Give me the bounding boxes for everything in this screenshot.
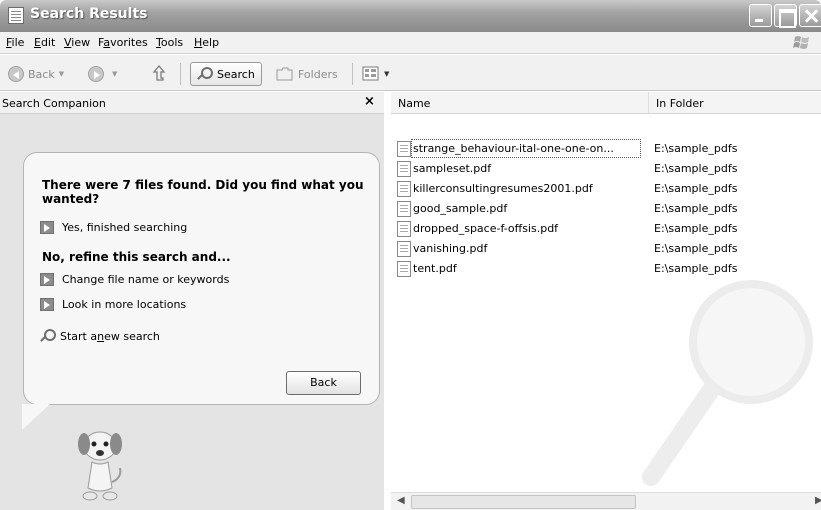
file-name: killerconsultingresumes2001.pdf (413, 182, 593, 195)
start-new-search-link[interactable]: Start a n ew search (40, 329, 160, 343)
windows-logo-icon (793, 36, 809, 49)
menu-file[interactable]: File (6, 36, 24, 49)
menu-tools[interactable]: Tools (156, 36, 183, 49)
minimize-button[interactable] (749, 4, 772, 27)
scroll-left-icon[interactable]: ◀ (397, 495, 405, 506)
toolbar-separator (352, 63, 353, 85)
table-row[interactable]: good_sample.pdf E:\sample_pdfs (391, 199, 821, 219)
up-folder-icon (152, 64, 166, 81)
companion-speech-bubble: There were 7 files found. Did you find w… (23, 152, 380, 405)
menu-edit[interactable]: Edit (34, 36, 55, 49)
file-name: sampleset.pdf (413, 162, 492, 175)
folder-icon (276, 67, 293, 81)
speech-bubble-tail (22, 404, 50, 430)
chevron-down-icon: ▼ (58, 70, 65, 78)
menu-favorites[interactable]: Favorites (98, 36, 148, 49)
back-arrow-icon (8, 66, 24, 82)
table-row[interactable]: vanishing.pdf E:\sample_pdfs (391, 239, 821, 259)
chevron-down-icon: ▼ (384, 70, 390, 78)
file-folder: E:\sample_pdfs (654, 182, 738, 195)
search-companion-title: Search Companion (2, 97, 106, 110)
search-companion-pane: Search Companion × There were 7 files fo… (0, 92, 384, 510)
change-file-name-link[interactable]: Change file name or keywords (40, 273, 229, 286)
back-nav-button[interactable]: Back ▼ (8, 62, 64, 86)
table-row[interactable]: sampleset.pdf E:\sample_pdfs (391, 159, 821, 179)
scrollbar-thumb[interactable] (411, 495, 636, 509)
folders-button[interactable]: Folders (276, 62, 338, 86)
chevron-down-icon: ▼ (112, 70, 118, 78)
views-button[interactable]: ▼ (362, 62, 389, 86)
pdf-file-icon (397, 221, 411, 237)
results-question: There were 7 files found. Did you find w… (42, 178, 364, 206)
pdf-file-icon (397, 161, 411, 177)
look-more-locations-link[interactable]: Look in more locations (40, 298, 186, 311)
menu-help[interactable]: Help (194, 36, 219, 49)
file-folder: E:\sample_pdfs (654, 162, 738, 175)
search-dog-icon (78, 431, 122, 501)
pdf-file-icon (397, 261, 411, 277)
arrow-right-icon (40, 221, 54, 234)
forward-nav-button[interactable]: ▼ (88, 62, 117, 86)
maximize-button[interactable] (774, 4, 797, 28)
search-results-pane: Name In Folder strange_behaviour-ital-on… (391, 92, 821, 510)
window-title: Search Results (30, 6, 148, 22)
yes-finished-link[interactable]: Yes, finished searching (40, 221, 187, 234)
close-button[interactable] (799, 4, 821, 27)
search-icon (40, 329, 56, 343)
file-folder: E:\sample_pdfs (654, 142, 738, 155)
toolbar: Back ▼ ▼ Search Folders ▼ (0, 55, 821, 91)
file-name: strange_behaviour-ital-one-one-on... (413, 142, 614, 155)
menu-bar: File Edit View Favorites Tools Help (0, 32, 821, 54)
arrow-right-icon (40, 273, 54, 286)
search-companion-header: Search Companion × (0, 92, 384, 114)
scroll-right-icon[interactable]: ▶ (815, 495, 821, 506)
column-header-name[interactable]: Name (391, 92, 649, 114)
file-name: good_sample.pdf (413, 202, 508, 215)
forward-arrow-icon (88, 66, 104, 82)
title-bar[interactable]: Search Results (0, 0, 821, 32)
search-results-window-icon (8, 7, 24, 24)
pdf-file-icon (397, 141, 411, 157)
file-folder: E:\sample_pdfs (654, 242, 738, 255)
search-icon (197, 67, 213, 81)
file-folder: E:\sample_pdfs (654, 262, 738, 275)
table-row[interactable]: killerconsultingresumes2001.pdf E:\sampl… (391, 179, 821, 199)
menu-view[interactable]: View (64, 36, 90, 49)
file-folder: E:\sample_pdfs (654, 222, 738, 235)
table-row[interactable]: tent.pdf E:\sample_pdfs (391, 259, 821, 279)
column-header-in-folder[interactable]: In Folder (649, 92, 821, 114)
table-row[interactable]: strange_behaviour-ital-one-one-on... E:\… (391, 139, 821, 159)
views-icon (362, 66, 379, 81)
arrow-right-icon (40, 298, 54, 311)
search-button[interactable]: Search (190, 62, 262, 86)
file-name: vanishing.pdf (413, 242, 488, 255)
horizontal-scrollbar[interactable]: ◀ ▶ (391, 492, 821, 510)
table-row[interactable]: dropped_space-f-offsis.pdf E:\sample_pdf… (391, 219, 821, 239)
toolbar-separator (180, 63, 181, 85)
magnifier-watermark-icon (642, 280, 813, 486)
file-folder: E:\sample_pdfs (654, 202, 738, 215)
pdf-file-icon (397, 201, 411, 217)
up-folder-button[interactable] (150, 62, 168, 86)
file-name: dropped_space-f-offsis.pdf (413, 222, 559, 235)
pdf-file-icon (397, 181, 411, 197)
pdf-file-icon (397, 241, 411, 257)
file-name: tent.pdf (413, 262, 457, 275)
close-icon[interactable]: × (364, 94, 375, 109)
refine-heading: No, refine this search and... (42, 250, 231, 264)
back-button[interactable]: Back (286, 371, 361, 395)
